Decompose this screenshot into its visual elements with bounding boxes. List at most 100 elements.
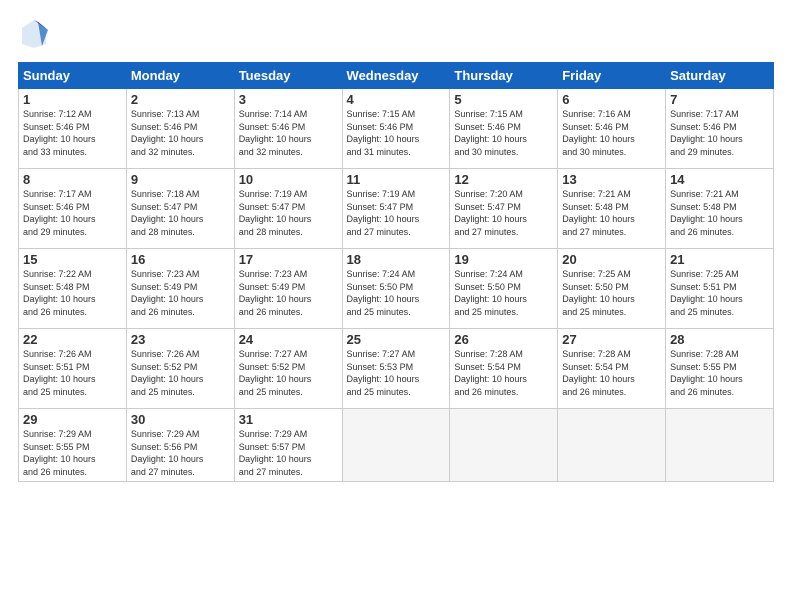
calendar-day-cell bbox=[666, 409, 774, 482]
day-info: Sunrise: 7:24 AM Sunset: 5:50 PM Dayligh… bbox=[347, 268, 446, 318]
day-number: 13 bbox=[562, 172, 661, 187]
logo bbox=[18, 18, 56, 50]
page-container: SundayMondayTuesdayWednesdayThursdayFrid… bbox=[0, 0, 792, 492]
calendar-day-cell: 21Sunrise: 7:25 AM Sunset: 5:51 PM Dayli… bbox=[666, 249, 774, 329]
calendar-day-cell: 31Sunrise: 7:29 AM Sunset: 5:57 PM Dayli… bbox=[234, 409, 342, 482]
day-number: 24 bbox=[239, 332, 338, 347]
day-number: 4 bbox=[347, 92, 446, 107]
day-info: Sunrise: 7:26 AM Sunset: 5:52 PM Dayligh… bbox=[131, 348, 230, 398]
day-info: Sunrise: 7:29 AM Sunset: 5:55 PM Dayligh… bbox=[23, 428, 122, 478]
day-info: Sunrise: 7:28 AM Sunset: 5:54 PM Dayligh… bbox=[454, 348, 553, 398]
calendar-day-cell: 19Sunrise: 7:24 AM Sunset: 5:50 PM Dayli… bbox=[450, 249, 558, 329]
day-number: 21 bbox=[670, 252, 769, 267]
calendar-week-row: 8Sunrise: 7:17 AM Sunset: 5:46 PM Daylig… bbox=[19, 169, 774, 249]
calendar-week-row: 15Sunrise: 7:22 AM Sunset: 5:48 PM Dayli… bbox=[19, 249, 774, 329]
calendar-week-row: 1Sunrise: 7:12 AM Sunset: 5:46 PM Daylig… bbox=[19, 89, 774, 169]
calendar-day-cell: 24Sunrise: 7:27 AM Sunset: 5:52 PM Dayli… bbox=[234, 329, 342, 409]
calendar-table: SundayMondayTuesdayWednesdayThursdayFrid… bbox=[18, 62, 774, 482]
calendar-day-cell: 13Sunrise: 7:21 AM Sunset: 5:48 PM Dayli… bbox=[558, 169, 666, 249]
day-info: Sunrise: 7:19 AM Sunset: 5:47 PM Dayligh… bbox=[239, 188, 338, 238]
day-number: 19 bbox=[454, 252, 553, 267]
day-info: Sunrise: 7:17 AM Sunset: 5:46 PM Dayligh… bbox=[670, 108, 769, 158]
calendar-day-cell: 15Sunrise: 7:22 AM Sunset: 5:48 PM Dayli… bbox=[19, 249, 127, 329]
calendar-day-cell: 20Sunrise: 7:25 AM Sunset: 5:50 PM Dayli… bbox=[558, 249, 666, 329]
calendar-day-cell: 28Sunrise: 7:28 AM Sunset: 5:55 PM Dayli… bbox=[666, 329, 774, 409]
day-info: Sunrise: 7:20 AM Sunset: 5:47 PM Dayligh… bbox=[454, 188, 553, 238]
calendar-day-cell: 25Sunrise: 7:27 AM Sunset: 5:53 PM Dayli… bbox=[342, 329, 450, 409]
day-info: Sunrise: 7:29 AM Sunset: 5:57 PM Dayligh… bbox=[239, 428, 338, 478]
day-number: 7 bbox=[670, 92, 769, 107]
day-number: 22 bbox=[23, 332, 122, 347]
day-info: Sunrise: 7:16 AM Sunset: 5:46 PM Dayligh… bbox=[562, 108, 661, 158]
day-number: 9 bbox=[131, 172, 230, 187]
day-info: Sunrise: 7:27 AM Sunset: 5:53 PM Dayligh… bbox=[347, 348, 446, 398]
weekday-header-row: SundayMondayTuesdayWednesdayThursdayFrid… bbox=[19, 63, 774, 89]
day-number: 14 bbox=[670, 172, 769, 187]
day-info: Sunrise: 7:21 AM Sunset: 5:48 PM Dayligh… bbox=[562, 188, 661, 238]
weekday-header: Friday bbox=[558, 63, 666, 89]
day-info: Sunrise: 7:27 AM Sunset: 5:52 PM Dayligh… bbox=[239, 348, 338, 398]
day-info: Sunrise: 7:14 AM Sunset: 5:46 PM Dayligh… bbox=[239, 108, 338, 158]
day-number: 16 bbox=[131, 252, 230, 267]
header bbox=[18, 18, 774, 50]
calendar-day-cell: 6Sunrise: 7:16 AM Sunset: 5:46 PM Daylig… bbox=[558, 89, 666, 169]
calendar-day-cell: 23Sunrise: 7:26 AM Sunset: 5:52 PM Dayli… bbox=[126, 329, 234, 409]
calendar-day-cell: 27Sunrise: 7:28 AM Sunset: 5:54 PM Dayli… bbox=[558, 329, 666, 409]
day-number: 10 bbox=[239, 172, 338, 187]
day-info: Sunrise: 7:26 AM Sunset: 5:51 PM Dayligh… bbox=[23, 348, 122, 398]
day-info: Sunrise: 7:25 AM Sunset: 5:51 PM Dayligh… bbox=[670, 268, 769, 318]
calendar-day-cell: 12Sunrise: 7:20 AM Sunset: 5:47 PM Dayli… bbox=[450, 169, 558, 249]
day-number: 11 bbox=[347, 172, 446, 187]
day-number: 6 bbox=[562, 92, 661, 107]
calendar-day-cell: 5Sunrise: 7:15 AM Sunset: 5:46 PM Daylig… bbox=[450, 89, 558, 169]
calendar-day-cell: 4Sunrise: 7:15 AM Sunset: 5:46 PM Daylig… bbox=[342, 89, 450, 169]
day-number: 1 bbox=[23, 92, 122, 107]
calendar-day-cell: 11Sunrise: 7:19 AM Sunset: 5:47 PM Dayli… bbox=[342, 169, 450, 249]
calendar-day-cell: 29Sunrise: 7:29 AM Sunset: 5:55 PM Dayli… bbox=[19, 409, 127, 482]
calendar-day-cell: 18Sunrise: 7:24 AM Sunset: 5:50 PM Dayli… bbox=[342, 249, 450, 329]
day-number: 27 bbox=[562, 332, 661, 347]
calendar-day-cell: 1Sunrise: 7:12 AM Sunset: 5:46 PM Daylig… bbox=[19, 89, 127, 169]
weekday-header: Tuesday bbox=[234, 63, 342, 89]
day-number: 17 bbox=[239, 252, 338, 267]
day-number: 2 bbox=[131, 92, 230, 107]
day-info: Sunrise: 7:17 AM Sunset: 5:46 PM Dayligh… bbox=[23, 188, 122, 238]
day-number: 26 bbox=[454, 332, 553, 347]
day-number: 25 bbox=[347, 332, 446, 347]
day-info: Sunrise: 7:18 AM Sunset: 5:47 PM Dayligh… bbox=[131, 188, 230, 238]
day-number: 5 bbox=[454, 92, 553, 107]
day-number: 20 bbox=[562, 252, 661, 267]
day-info: Sunrise: 7:23 AM Sunset: 5:49 PM Dayligh… bbox=[131, 268, 230, 318]
day-number: 23 bbox=[131, 332, 230, 347]
calendar-day-cell: 26Sunrise: 7:28 AM Sunset: 5:54 PM Dayli… bbox=[450, 329, 558, 409]
day-info: Sunrise: 7:24 AM Sunset: 5:50 PM Dayligh… bbox=[454, 268, 553, 318]
weekday-header: Wednesday bbox=[342, 63, 450, 89]
day-info: Sunrise: 7:25 AM Sunset: 5:50 PM Dayligh… bbox=[562, 268, 661, 318]
day-info: Sunrise: 7:21 AM Sunset: 5:48 PM Dayligh… bbox=[670, 188, 769, 238]
calendar-day-cell: 16Sunrise: 7:23 AM Sunset: 5:49 PM Dayli… bbox=[126, 249, 234, 329]
logo-icon bbox=[18, 18, 50, 50]
day-number: 28 bbox=[670, 332, 769, 347]
calendar-day-cell bbox=[342, 409, 450, 482]
day-number: 18 bbox=[347, 252, 446, 267]
day-info: Sunrise: 7:19 AM Sunset: 5:47 PM Dayligh… bbox=[347, 188, 446, 238]
day-number: 3 bbox=[239, 92, 338, 107]
day-info: Sunrise: 7:28 AM Sunset: 5:55 PM Dayligh… bbox=[670, 348, 769, 398]
day-number: 29 bbox=[23, 412, 122, 427]
day-info: Sunrise: 7:15 AM Sunset: 5:46 PM Dayligh… bbox=[454, 108, 553, 158]
calendar-day-cell: 14Sunrise: 7:21 AM Sunset: 5:48 PM Dayli… bbox=[666, 169, 774, 249]
calendar-day-cell: 2Sunrise: 7:13 AM Sunset: 5:46 PM Daylig… bbox=[126, 89, 234, 169]
calendar-day-cell: 8Sunrise: 7:17 AM Sunset: 5:46 PM Daylig… bbox=[19, 169, 127, 249]
day-info: Sunrise: 7:12 AM Sunset: 5:46 PM Dayligh… bbox=[23, 108, 122, 158]
day-number: 8 bbox=[23, 172, 122, 187]
calendar-day-cell: 3Sunrise: 7:14 AM Sunset: 5:46 PM Daylig… bbox=[234, 89, 342, 169]
day-number: 12 bbox=[454, 172, 553, 187]
calendar-day-cell: 9Sunrise: 7:18 AM Sunset: 5:47 PM Daylig… bbox=[126, 169, 234, 249]
weekday-header: Monday bbox=[126, 63, 234, 89]
day-info: Sunrise: 7:22 AM Sunset: 5:48 PM Dayligh… bbox=[23, 268, 122, 318]
day-info: Sunrise: 7:15 AM Sunset: 5:46 PM Dayligh… bbox=[347, 108, 446, 158]
calendar-week-row: 29Sunrise: 7:29 AM Sunset: 5:55 PM Dayli… bbox=[19, 409, 774, 482]
calendar-day-cell: 30Sunrise: 7:29 AM Sunset: 5:56 PM Dayli… bbox=[126, 409, 234, 482]
calendar-day-cell: 7Sunrise: 7:17 AM Sunset: 5:46 PM Daylig… bbox=[666, 89, 774, 169]
calendar-day-cell: 22Sunrise: 7:26 AM Sunset: 5:51 PM Dayli… bbox=[19, 329, 127, 409]
